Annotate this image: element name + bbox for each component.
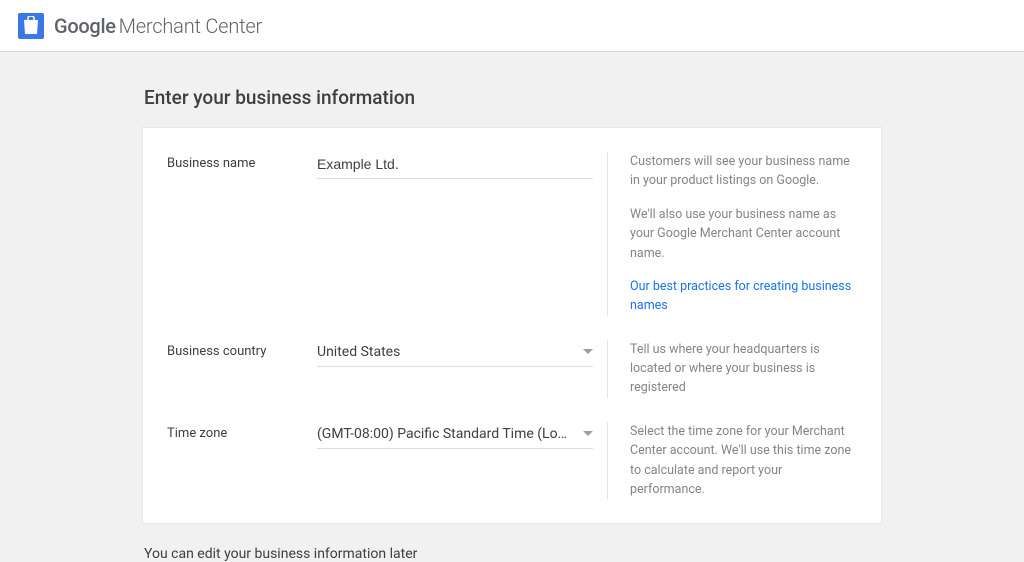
business-info-card: Business name Customers will see your bu… — [142, 127, 882, 524]
time-zone-label: Time zone — [167, 422, 317, 500]
help-text: Customers will see your business name in… — [630, 152, 857, 191]
chevron-down-icon — [583, 349, 593, 354]
business-country-label: Business country — [167, 340, 317, 398]
footer-note: You can edit your business information l… — [142, 546, 882, 562]
app-header: Google Merchant Center — [0, 0, 1024, 52]
chevron-down-icon — [583, 431, 593, 436]
best-practices-link[interactable]: Our best practices for creating business… — [630, 279, 851, 313]
row-time-zone: Time zone (GMT-08:00) Pacific Standard T… — [143, 422, 881, 500]
help-text: Select the time zone for your Merchant C… — [630, 422, 857, 500]
business-name-help: Customers will see your business name in… — [607, 152, 857, 316]
time-zone-select[interactable]: (GMT-08:00) Pacific Standard Time (Lo… — [317, 422, 593, 449]
help-text: We'll also use your business name as you… — [630, 205, 857, 263]
app-title: Google Merchant Center — [54, 14, 262, 38]
business-country-select[interactable]: United States — [317, 340, 593, 367]
help-text: Tell us where your headquarters is locat… — [630, 340, 857, 398]
business-name-input[interactable] — [317, 152, 593, 179]
brand-product: Merchant Center — [119, 14, 262, 38]
business-country-value: United States — [317, 344, 577, 360]
row-business-country: Business country United States Tell us w… — [143, 340, 881, 398]
merchant-center-logo-icon — [18, 13, 44, 39]
brand-google: Google — [54, 14, 116, 38]
time-zone-value: (GMT-08:00) Pacific Standard Time (Lo… — [317, 426, 577, 442]
business-country-help: Tell us where your headquarters is locat… — [607, 340, 857, 398]
page-heading: Enter your business information — [142, 86, 882, 109]
business-name-label: Business name — [167, 152, 317, 316]
time-zone-help: Select the time zone for your Merchant C… — [607, 422, 857, 500]
row-business-name: Business name Customers will see your bu… — [143, 152, 881, 316]
